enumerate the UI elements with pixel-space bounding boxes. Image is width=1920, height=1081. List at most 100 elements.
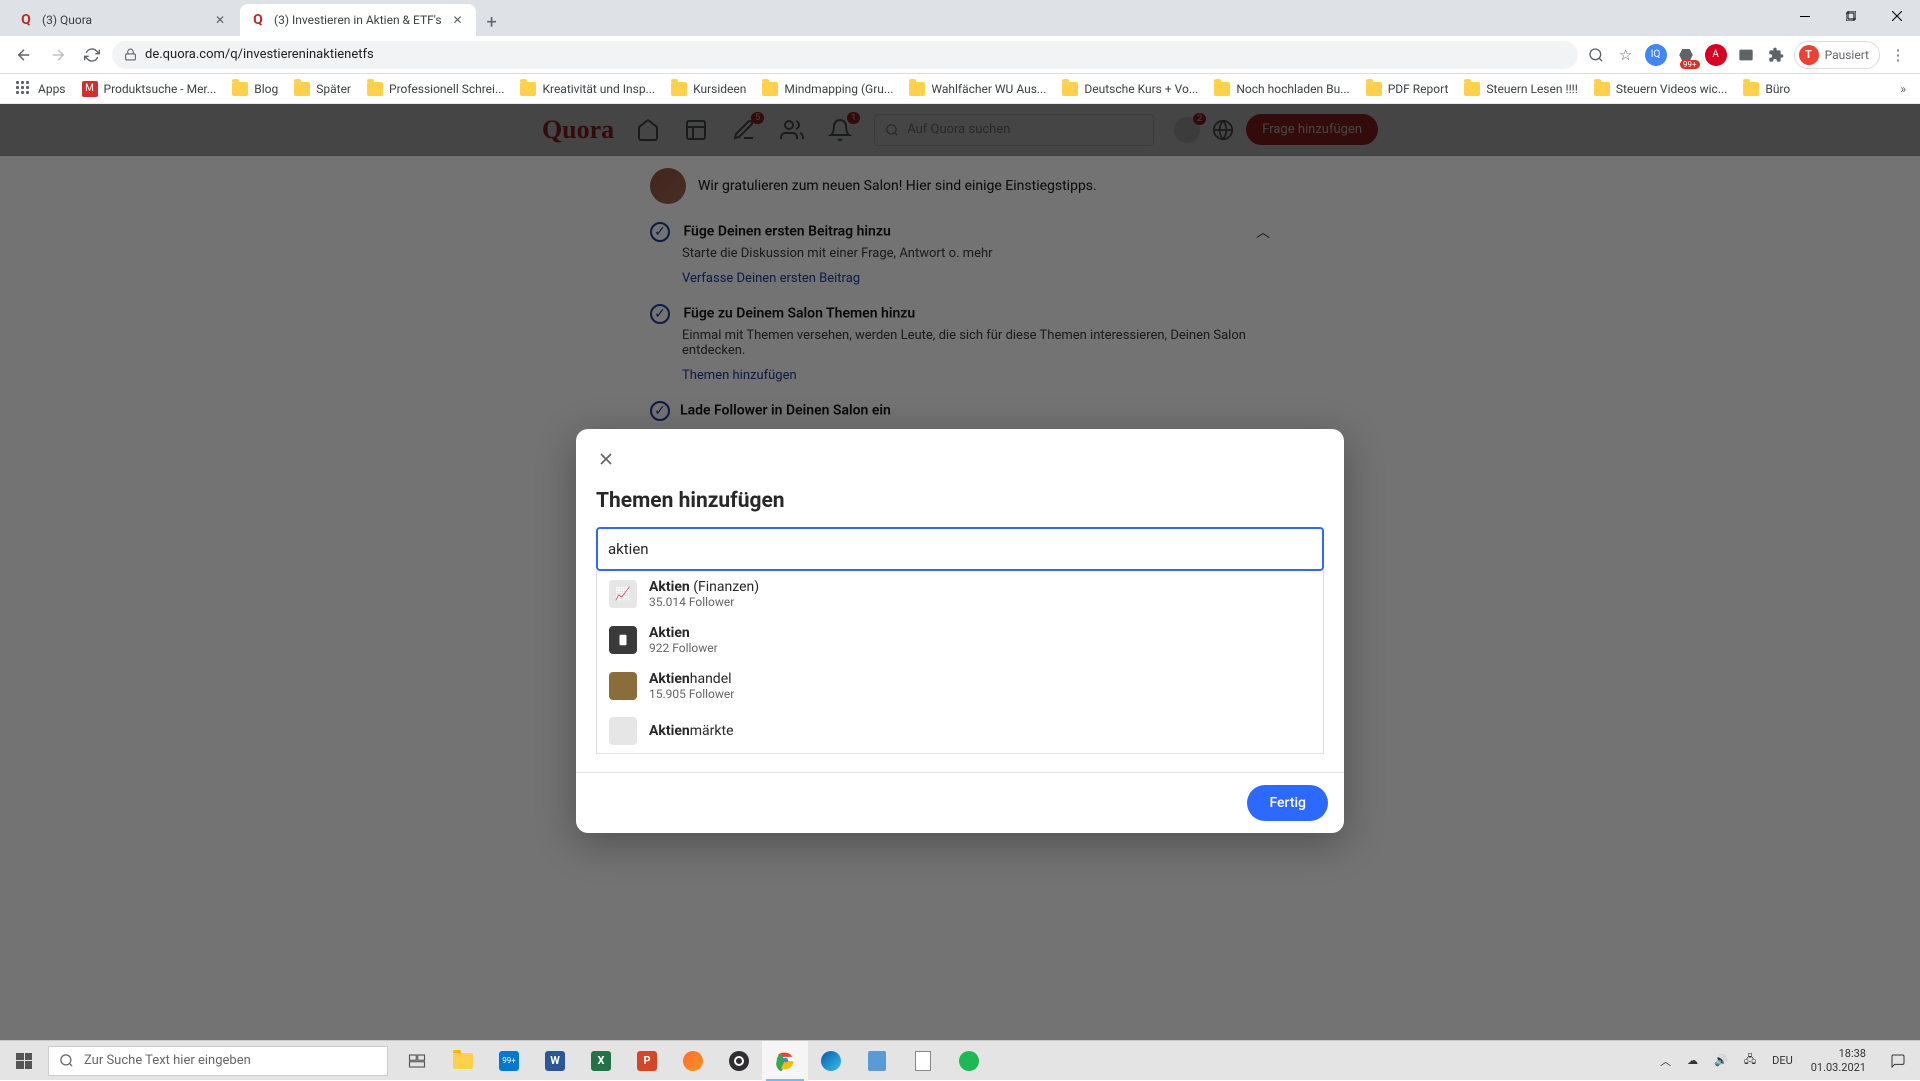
profile-button[interactable]: T Pausiert <box>1794 41 1880 69</box>
action-center-icon[interactable] <box>1880 1041 1916 1081</box>
app-icon[interactable] <box>854 1041 900 1081</box>
folder-icon <box>1743 82 1759 96</box>
obs-icon[interactable] <box>716 1041 762 1081</box>
volume-icon[interactable]: 🔊 <box>1710 1054 1732 1067</box>
browser-tab-0[interactable]: Q (3) Quora ✕ <box>8 4 238 36</box>
tab-close-icon[interactable]: ✕ <box>450 12 466 28</box>
search-placeholder: Zur Suche Text hier eingeben <box>84 1053 251 1068</box>
bookmark-label: Später <box>316 82 351 96</box>
bookmark-label: Wahlfächer WU Aus... <box>931 82 1046 96</box>
bookmark-item[interactable]: Büro <box>1737 78 1796 100</box>
app-icon[interactable] <box>670 1041 716 1081</box>
suggestion-followers: 15.905 Follower <box>649 687 734 701</box>
close-modal-button[interactable] <box>590 443 622 475</box>
folder-icon <box>1594 82 1610 96</box>
new-tab-button[interactable]: + <box>478 8 506 36</box>
bookmark-label: Kursideen <box>693 82 746 96</box>
edge-icon[interactable] <box>808 1041 854 1081</box>
date-text: 01.03.2021 <box>1811 1061 1866 1074</box>
bookmark-item[interactable]: Professionell Schrei... <box>361 78 510 100</box>
tray-chevron-icon[interactable]: ︿ <box>1656 1053 1675 1069</box>
powerpoint-icon[interactable]: P <box>624 1041 670 1081</box>
minimize-button[interactable] <box>1782 0 1828 32</box>
bookmark-item[interactable]: Deutsche Kurs + Vo... <box>1056 78 1204 100</box>
word-icon[interactable]: W <box>532 1041 578 1081</box>
browser-chrome: Q (3) Quora ✕ Q (3) Investieren in Aktie… <box>0 0 1920 104</box>
tab-title: (3) Investieren in Aktien & ETF's <box>274 13 442 27</box>
network-icon[interactable]: 🖧 <box>1740 1051 1760 1070</box>
topic-thumb <box>609 717 637 745</box>
suggestion-name: Aktien <box>649 625 718 641</box>
spotify-icon[interactable] <box>946 1041 992 1081</box>
bookmark-label: Büro <box>1765 82 1790 96</box>
zoom-icon[interactable] <box>1584 43 1608 67</box>
suggestion-item[interactable]: Aktienhandel 15.905 Follower <box>597 663 1323 709</box>
extension-icon[interactable]: IQ <box>1644 43 1668 67</box>
folder-icon <box>1062 82 1078 96</box>
topic-search-input[interactable] <box>596 527 1324 571</box>
tab-close-icon[interactable]: ✕ <box>212 12 228 28</box>
page-content: Quora 5 1 Auf Quora suchen <box>0 104 1920 1040</box>
extension-badge: 99+ <box>1680 60 1700 69</box>
bookmarks-overflow-icon[interactable]: » <box>1896 78 1910 100</box>
forward-button[interactable] <box>44 41 72 69</box>
bookmark-item[interactable]: Kursideen <box>665 78 752 100</box>
extension-icon[interactable]: A <box>1704 43 1728 67</box>
bookmark-label: Deutsche Kurs + Vo... <box>1084 82 1198 96</box>
bookmark-label: Steuern Lesen !!!! <box>1486 82 1577 96</box>
chrome-icon[interactable] <box>762 1041 808 1081</box>
bookmark-item[interactable]: PDF Report <box>1360 78 1455 100</box>
apps-button[interactable]: Apps <box>10 77 72 101</box>
bookmark-label: Produktsuche - Mer... <box>104 82 217 96</box>
topic-input-field[interactable] <box>608 540 1312 558</box>
file-explorer-icon[interactable] <box>440 1041 486 1081</box>
bookmark-item[interactable]: Steuern Lesen !!!! <box>1458 78 1583 100</box>
bookmark-item[interactable]: Blog <box>226 78 284 100</box>
tab-bar: Q (3) Quora ✕ Q (3) Investieren in Aktie… <box>0 0 1920 36</box>
bookmark-item[interactable]: Kreativität und Insp... <box>514 78 661 100</box>
time-text: 18:38 <box>1811 1047 1866 1060</box>
system-tray: ︿ ☁ 🔊 🖧 DEU 18:38 01.03.2021 <box>1656 1041 1920 1081</box>
folder-icon <box>909 82 925 96</box>
menu-icon[interactable]: ⋮ <box>1886 43 1910 67</box>
apps-label: Apps <box>38 82 66 96</box>
url-text: de.quora.com/q/investiereninaktienetfs <box>145 47 374 62</box>
done-button[interactable]: Fertig <box>1247 785 1328 821</box>
excel-icon[interactable]: X <box>578 1041 624 1081</box>
back-button[interactable] <box>10 41 38 69</box>
suggestions-list[interactable]: 📈 Aktien (Finanzen) 35.014 Follower Akti… <box>596 571 1324 754</box>
suggestion-item[interactable]: Aktienmärkte <box>597 709 1323 753</box>
start-button[interactable] <box>0 1041 48 1081</box>
bookmark-item[interactable]: Noch hochladen Bu... <box>1208 78 1355 100</box>
app-icon[interactable]: 99+ <box>486 1041 532 1081</box>
bookmark-item[interactable]: Später <box>288 78 357 100</box>
reload-button[interactable] <box>78 41 106 69</box>
task-view-icon[interactable] <box>394 1041 440 1081</box>
close-window-button[interactable] <box>1874 0 1920 32</box>
modal-footer: Fertig <box>576 772 1344 833</box>
onedrive-icon[interactable]: ☁ <box>1683 1054 1702 1067</box>
bookmark-item[interactable]: Mindmapping (Gru... <box>756 78 899 100</box>
bookmark-item[interactable]: Steuern Videos wic... <box>1588 78 1733 100</box>
extension-icon[interactable]: 99+ <box>1674 43 1698 67</box>
taskbar-search[interactable]: Zur Suche Text hier eingeben <box>48 1046 388 1076</box>
language-indicator[interactable]: DEU <box>1768 1054 1797 1067</box>
suggestion-item[interactable]: 📈 Aktien (Finanzen) 35.014 Follower <box>597 571 1323 617</box>
folder-icon <box>762 82 778 96</box>
suggestion-name: Aktienmärkte <box>649 723 734 739</box>
suggestion-item[interactable]: Aktien 922 Follower <box>597 617 1323 663</box>
folder-icon <box>1366 82 1382 96</box>
url-input[interactable]: de.quora.com/q/investiereninaktienetfs <box>112 41 1578 69</box>
suggestion-followers: 35.014 Follower <box>649 595 759 609</box>
bookmark-item[interactable]: M Produktsuche - Mer... <box>76 77 223 101</box>
bookmark-star-icon[interactable]: ☆ <box>1614 43 1638 67</box>
extension-icon[interactable] <box>1734 43 1758 67</box>
windows-logo-icon <box>16 1053 32 1069</box>
taskbar-apps: 99+ W X P <box>394 1041 992 1081</box>
notepad-icon[interactable] <box>900 1041 946 1081</box>
browser-tab-1[interactable]: Q (3) Investieren in Aktien & ETF's ✕ <box>240 4 476 36</box>
maximize-button[interactable] <box>1828 0 1874 32</box>
bookmark-item[interactable]: Wahlfächer WU Aus... <box>903 78 1052 100</box>
clock[interactable]: 18:38 01.03.2021 <box>1805 1047 1872 1073</box>
extensions-menu-icon[interactable] <box>1764 43 1788 67</box>
